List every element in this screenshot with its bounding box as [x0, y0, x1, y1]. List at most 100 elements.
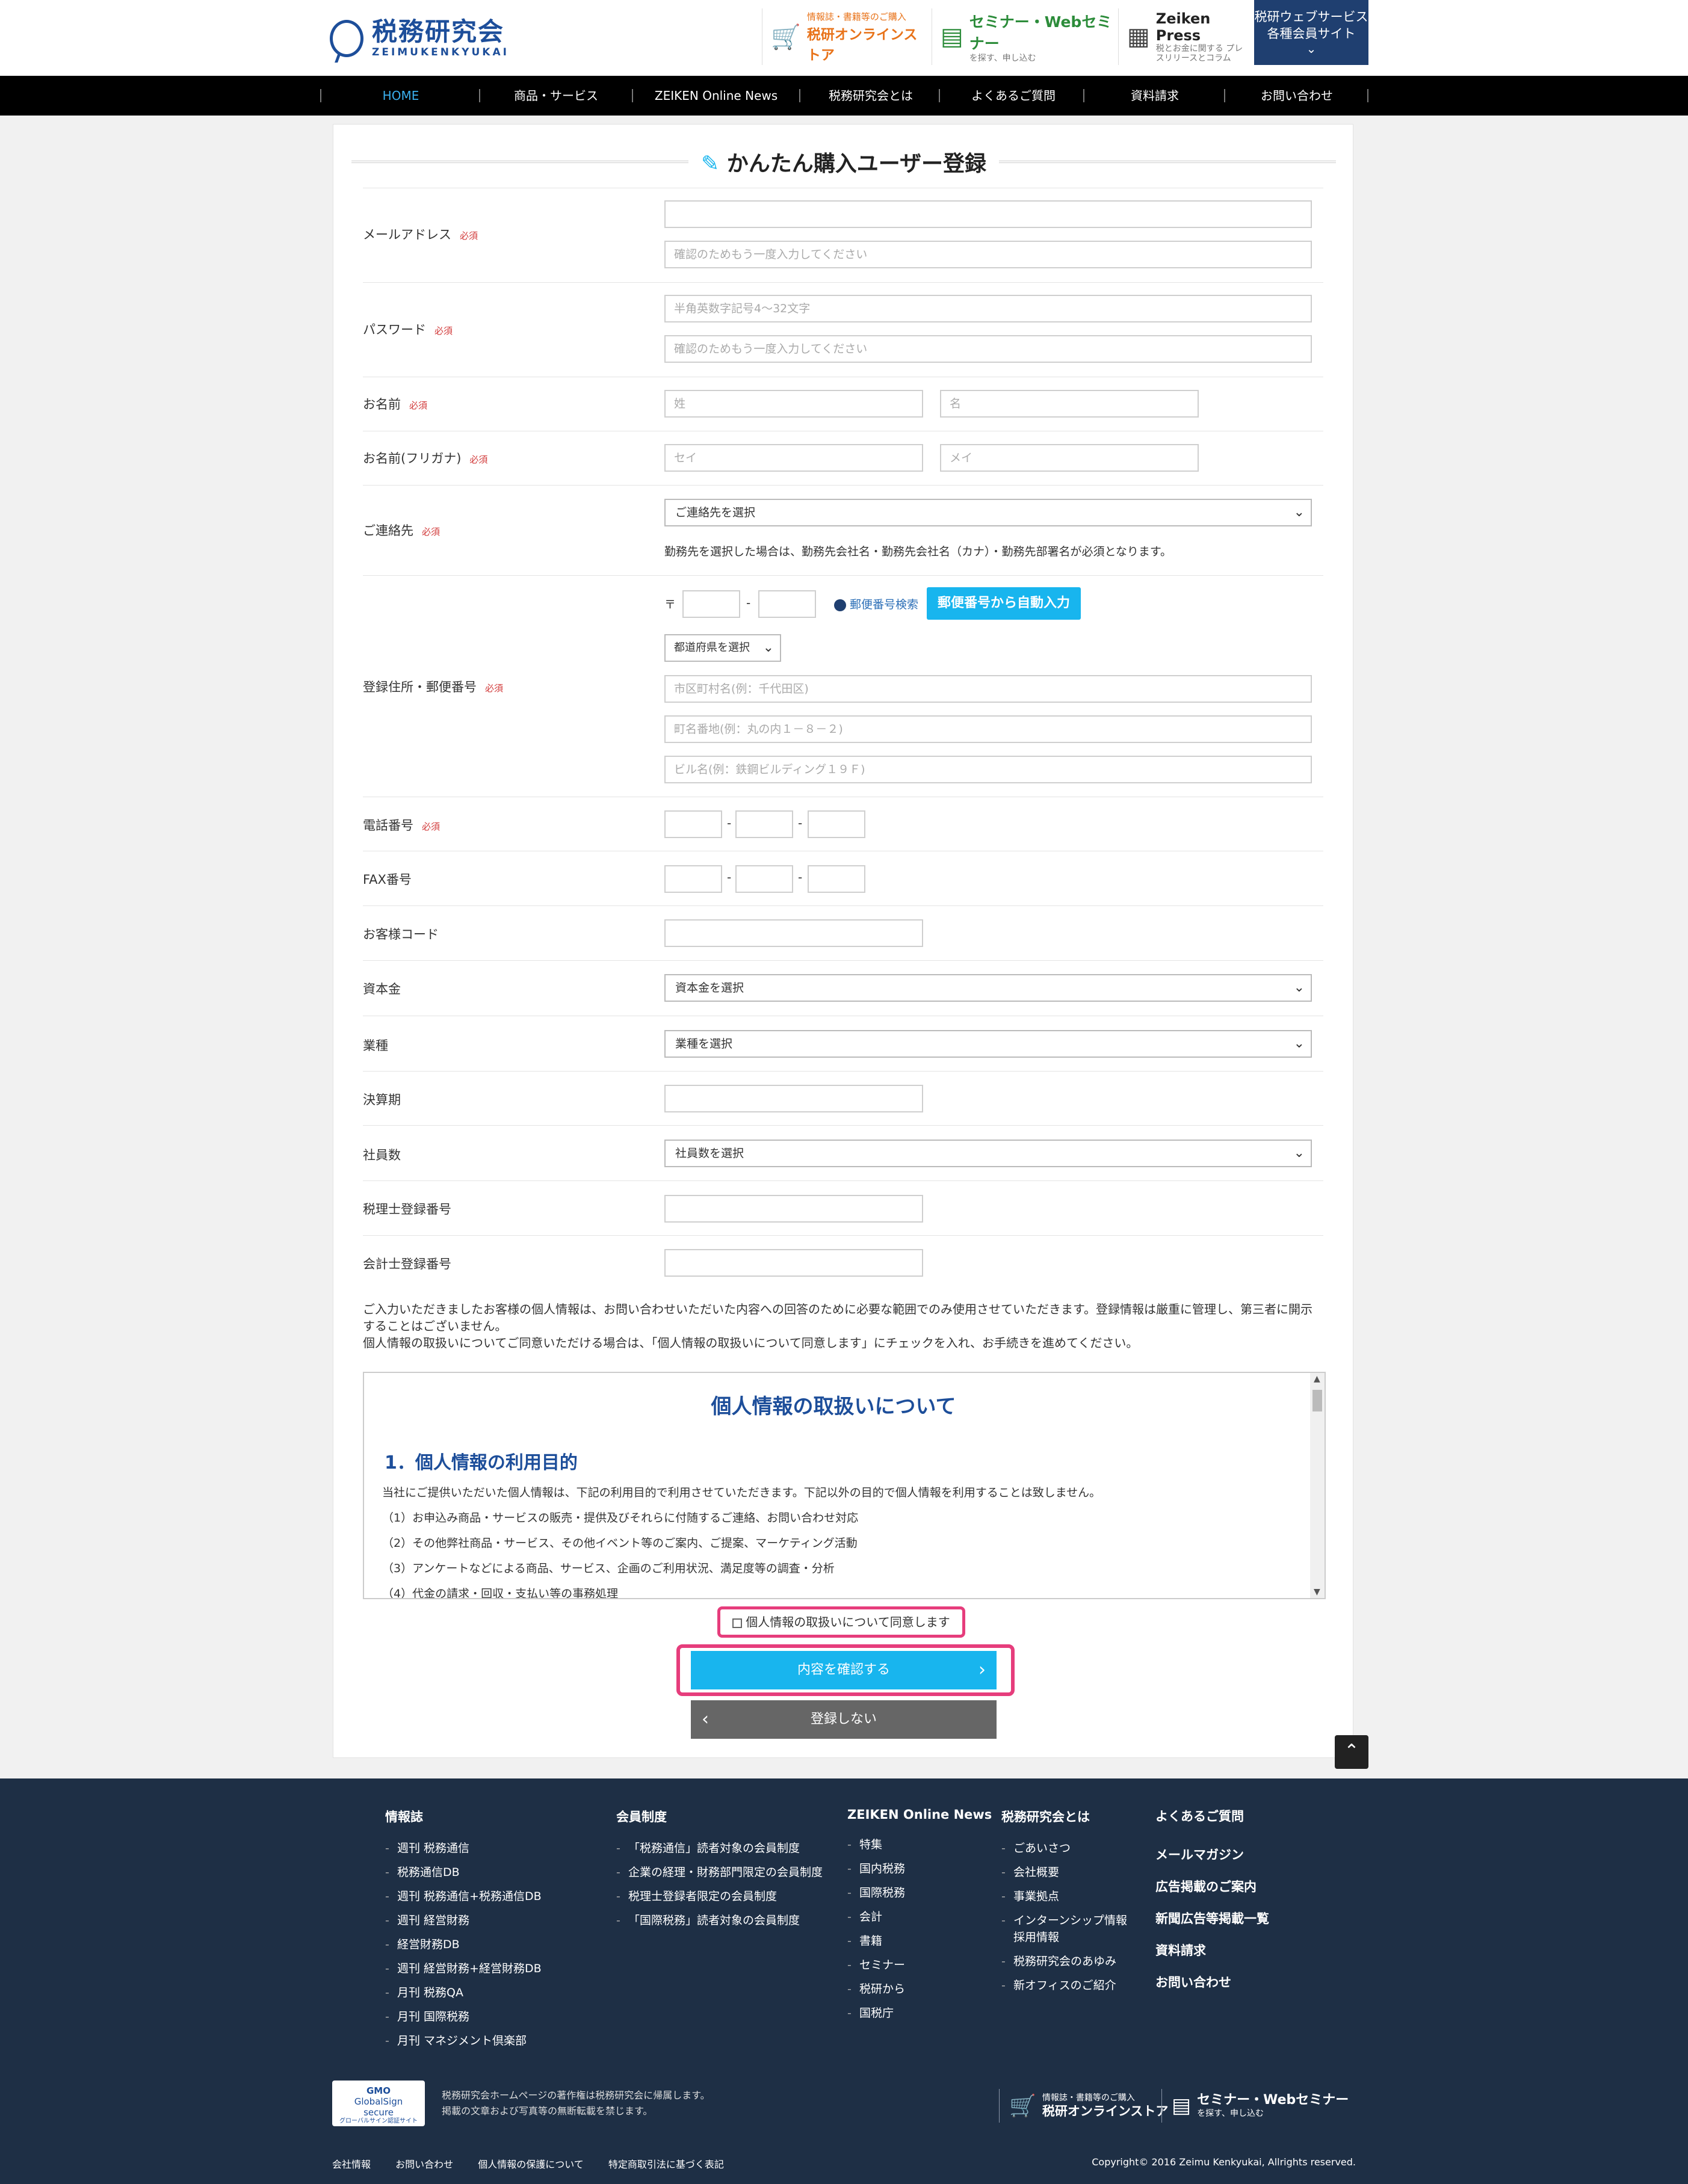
fax-2-input[interactable]: [735, 865, 793, 893]
contact-select[interactable]: ご連絡先を選択 ⌄: [664, 499, 1312, 526]
zip-second-input[interactable]: [758, 590, 816, 618]
footer-link[interactable]: 会計: [847, 1905, 992, 1929]
privacy-scrollbar[interactable]: ▲ ▼: [1310, 1373, 1325, 1598]
footer-link[interactable]: 「国際税務」読者対象の会員制度: [616, 1908, 823, 1933]
zip-first-input[interactable]: [682, 590, 740, 618]
footer-link[interactable]: 国内税務: [847, 1857, 992, 1881]
footer-link[interactable]: 月刊 国際税務: [385, 2005, 542, 2029]
nav-request[interactable]: 資料請求: [1086, 76, 1224, 116]
first-name-input[interactable]: 名: [940, 390, 1199, 418]
privacy-agree-checkbox[interactable]: 個人情報の取扱いについて同意します: [717, 1606, 965, 1638]
last-name-input[interactable]: 姓: [664, 390, 923, 418]
site-logo[interactable]: 税務研究会 ZEIMUKENKYUKAI: [330, 14, 509, 63]
press-link[interactable]: ▦ Zeiken Press 税とお金に関する プレスリリースとコラム: [1118, 8, 1254, 65]
password-confirm-input[interactable]: 確認のためもう一度入力してください: [664, 335, 1312, 363]
footer-link-request[interactable]: 資料請求: [1155, 1935, 1269, 1967]
footer-link[interactable]: インターンシップ情報採用情報: [1001, 1908, 1127, 1949]
cpa-input[interactable]: [664, 1249, 923, 1277]
footer-link[interactable]: 月刊 マネジメント倶楽部: [385, 2029, 542, 2053]
footer-link[interactable]: 会社概要: [1001, 1860, 1127, 1884]
back-to-top-button[interactable]: ⌃: [1335, 1735, 1368, 1769]
footer-heading[interactable]: 会員制度: [616, 1807, 823, 1825]
footer-link[interactable]: 税研から: [847, 1977, 992, 2001]
email-confirm-input[interactable]: 確認のためもう一度入力してください: [664, 241, 1312, 268]
nav-faq[interactable]: よくあるご質問: [941, 76, 1086, 116]
zip-autofill-button[interactable]: 郵便番号から自動入力: [927, 587, 1081, 620]
privacy-paragraph: 当社にご提供いただいた個人情報は、下記の利用目的で利用させていただきます。下記以…: [382, 1486, 1101, 1499]
customer-code-input[interactable]: [664, 919, 923, 947]
footer-link[interactable]: 税務研究会のあゆみ: [1001, 1949, 1127, 1973]
footer-col-news: ZEIKEN Online News 特集 国内税務 国際税務 会計 書籍 セミ…: [847, 1807, 992, 2025]
footer-link[interactable]: 月刊 税務QA: [385, 1981, 542, 2005]
footer-bottom-link[interactable]: お問い合わせ: [395, 2159, 453, 2170]
scroll-down-icon[interactable]: ▼: [1314, 1587, 1320, 1597]
footer-link[interactable]: 新オフィスのご紹介: [1001, 1973, 1127, 1997]
footer-heading[interactable]: 税務研究会とは: [1001, 1807, 1127, 1825]
kana-last-input[interactable]: セイ: [664, 444, 923, 472]
city-input[interactable]: 市区町村名(例：千代田区): [664, 675, 1312, 703]
prefecture-select[interactable]: 都道府県を選択 ⌄: [664, 634, 781, 662]
footer-link[interactable]: 事業拠点: [1001, 1884, 1127, 1908]
contact-select-value: ご連絡先を選択: [675, 506, 756, 519]
footer-link[interactable]: セミナー: [847, 1953, 992, 1977]
footer-link-mailmag[interactable]: メールマガジン: [1155, 1839, 1269, 1871]
footer-store-subtext: 情報誌・書籍等のご購入: [1042, 2093, 1135, 2103]
footer-seminar-link[interactable]: ▤ セミナー・Webセミナー を探す、申し込む: [1161, 2089, 1349, 2123]
fiscal-input[interactable]: [664, 1085, 923, 1112]
email-input[interactable]: [664, 200, 1312, 228]
tel-2-input[interactable]: [735, 810, 793, 838]
footer-link[interactable]: 税務通信DB: [385, 1860, 542, 1884]
seminar-link[interactable]: ▤ セミナー・Webセミナー を探す、申し込む: [932, 8, 1112, 65]
confirm-button[interactable]: 内容を確認する ›: [691, 1651, 997, 1689]
capital-select[interactable]: 資本金を選択 ⌄: [664, 974, 1312, 1002]
scroll-up-icon[interactable]: ▲: [1314, 1374, 1320, 1384]
fax-3-input[interactable]: [808, 865, 865, 893]
footer-link[interactable]: 国税庁: [847, 2001, 992, 2025]
online-store-link[interactable]: 🛒 情報誌・書籍等のご購入 税研オンラインストア: [762, 8, 924, 65]
nav-home[interactable]: HOME: [326, 76, 475, 116]
footer-bottom-link[interactable]: 特定商取引法に基づく表記: [608, 2159, 724, 2170]
footer-link[interactable]: 週刊 経営財務+経営財務DB: [385, 1957, 542, 1981]
footer-link-extra[interactable]: 採用情報: [1013, 1931, 1059, 1944]
footer-link[interactable]: 週刊 経営財務: [385, 1908, 542, 1933]
footer-link[interactable]: 特集: [847, 1833, 992, 1857]
globalsign-seal[interactable]: GMO GlobalSign secure グローバルサイン認証サイト: [332, 2081, 425, 2126]
footer-store-link[interactable]: 🛒 情報誌・書籍等のご購入 税研オンラインストア: [999, 2089, 1168, 2123]
industry-select[interactable]: 業種を選択 ⌄: [664, 1030, 1312, 1058]
tel-1-input[interactable]: [664, 810, 722, 838]
nav-products[interactable]: 商品・サービス: [481, 76, 631, 116]
scroll-thumb[interactable]: [1312, 1390, 1322, 1411]
building-input[interactable]: ビル名(例：鉄鋼ビルディング１９Ｆ): [664, 756, 1312, 783]
footer-link[interactable]: 税理士登録者限定の会員制度: [616, 1884, 823, 1908]
footer-link[interactable]: 「税務通信」読者対象の会員制度: [616, 1836, 823, 1860]
footer-link[interactable]: 週刊 税務通信: [385, 1836, 542, 1860]
fax-1-input[interactable]: [664, 865, 722, 893]
nav-online-news[interactable]: ZEIKEN Online News: [634, 76, 798, 116]
footer-link[interactable]: 企業の経理・財務部門限定の会員制度: [616, 1860, 823, 1884]
footer-link[interactable]: 経営財務DB: [385, 1933, 542, 1957]
footer-link-contact[interactable]: お問い合わせ: [1155, 1967, 1269, 1999]
footer-link[interactable]: 週刊 税務通信+税務通信DB: [385, 1884, 542, 1908]
footer-bottom-link[interactable]: 個人情報の保護について: [478, 2159, 584, 2170]
employees-select[interactable]: 社員数を選択 ⌄: [664, 1140, 1312, 1167]
footer-link-faq[interactable]: よくあるご質問: [1155, 1807, 1269, 1825]
cancel-button[interactable]: ‹ 登録しない: [691, 1700, 997, 1739]
tel-3-input[interactable]: [808, 810, 865, 838]
member-site-button[interactable]: 税研ウェブサービス 各種会員サイト ⌄: [1254, 0, 1368, 65]
footer-link[interactable]: ごあいさつ: [1001, 1836, 1127, 1860]
nav-contact[interactable]: お問い合わせ: [1226, 76, 1367, 116]
footer-link[interactable]: 国際税務: [847, 1881, 992, 1905]
footer-link-news-ads[interactable]: 新聞広告等掲載一覧: [1155, 1903, 1269, 1935]
zip-search-link[interactable]: 郵便番号検索: [834, 596, 918, 612]
tax-accountant-input[interactable]: [664, 1195, 923, 1223]
footer-heading[interactable]: 情報誌: [385, 1807, 542, 1825]
footer-link[interactable]: 書籍: [847, 1929, 992, 1953]
nav-about[interactable]: 税務研究会とは: [802, 76, 940, 116]
town-input[interactable]: 町名番地(例：丸の内１－８－２): [664, 715, 1312, 743]
footer-link-ads[interactable]: 広告掲載のご案内: [1155, 1871, 1269, 1903]
footer-bottom-link[interactable]: 会社情報: [332, 2159, 371, 2170]
password-input[interactable]: 半角英数字記号4～32文字: [664, 295, 1312, 322]
kana-first-input[interactable]: メイ: [940, 444, 1199, 472]
footer-heading[interactable]: ZEIKEN Online News: [847, 1807, 992, 1822]
privacy-policy-box[interactable]: 個人情報の取扱いについて 1．個人情報の利用目的 当社にご提供いただいた個人情報…: [363, 1372, 1326, 1599]
